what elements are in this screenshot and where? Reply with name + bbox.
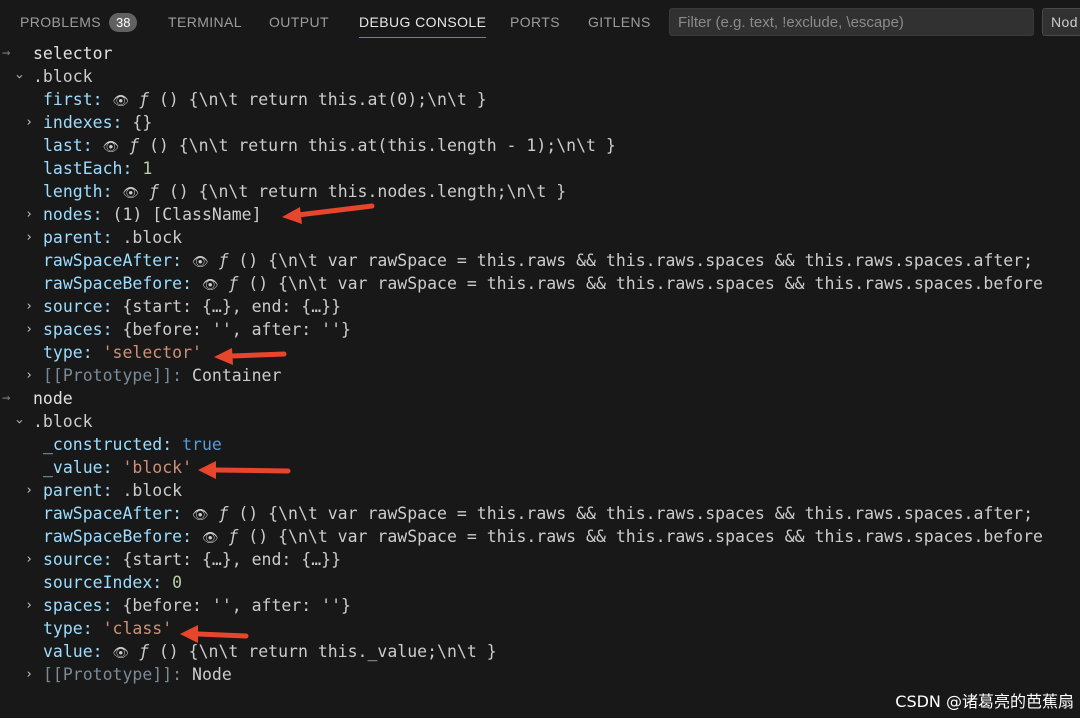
tab-label: GITLENS	[588, 14, 651, 30]
problems-count-badge: 38	[109, 12, 138, 32]
watermark: CSDN @诸葛亮的芭蕉扇	[895, 692, 1074, 711]
panel-tab-bar: PROBLEMS 38 TERMINAL OUTPUT DEBUG CONSOL…	[0, 0, 1080, 44]
tab-label: PROBLEMS	[20, 14, 101, 30]
eye-icon[interactable]: 👁	[192, 508, 209, 523]
tab-terminal[interactable]: TERMINAL	[168, 0, 242, 44]
log-line-selector: → selector	[0, 42, 1080, 65]
eye-icon[interactable]: 👁	[122, 186, 139, 201]
prop-nodes[interactable]: › nodes: (1) [ClassName]	[0, 203, 1080, 226]
chevron-right-icon[interactable]: ›	[22, 226, 36, 249]
filter-box[interactable]	[669, 8, 1034, 36]
eye-icon[interactable]: 👁	[202, 531, 219, 546]
tree-node-selector-block[interactable]: › .block	[0, 65, 1080, 88]
prop-rawSpaceBefore[interactable]: rawSpaceBefore: 👁 ƒ () {\n\t var rawSpac…	[0, 525, 1080, 548]
eye-icon[interactable]: 👁	[192, 255, 209, 270]
prop-value-getter[interactable]: value: 👁 ƒ () {\n\t return this._value;\…	[0, 640, 1080, 663]
tab-debug-console[interactable]: DEBUG CONSOLE	[359, 0, 487, 44]
tab-gitlens[interactable]: GITLENS	[588, 0, 651, 44]
prop-constructed: _constructed: true	[43, 435, 222, 454]
chevron-down-icon[interactable]: ›	[8, 415, 31, 429]
prop-lastEach: lastEach: 1	[43, 159, 153, 178]
tab-ports[interactable]: PORTS	[510, 0, 560, 44]
prop-prototype[interactable]: › [[Prototype]]: Container	[0, 364, 1080, 387]
output-arrow-icon: →	[2, 45, 11, 61]
prop-type: type: 'selector'	[43, 343, 202, 362]
tab-label: PORTS	[510, 14, 560, 30]
prop-source[interactable]: › source: {start: {…}, end: {…}}	[0, 548, 1080, 571]
prop-rawSpaceAfter[interactable]: rawSpaceAfter: 👁 ƒ () {\n\t var rawSpace…	[0, 249, 1080, 272]
object-label: .block	[33, 67, 93, 86]
prop-sourceIndex: sourceIndex: 0	[43, 573, 183, 592]
debug-console-output[interactable]: → selector › .block first: 👁 ƒ () {\n\t …	[0, 42, 1080, 718]
object-label: .block	[33, 412, 93, 431]
log-label: node	[33, 389, 73, 408]
log-line-node: → node	[0, 387, 1080, 410]
tab-output[interactable]: OUTPUT	[269, 0, 329, 44]
tab-label: TERMINAL	[168, 14, 242, 30]
prop-indexes[interactable]: › indexes: {}	[0, 111, 1080, 134]
eye-icon[interactable]: 👁	[113, 94, 130, 109]
chevron-right-icon[interactable]: ›	[22, 594, 36, 617]
eye-icon[interactable]: 👁	[103, 140, 120, 155]
prop-parent[interactable]: › parent: .block	[0, 226, 1080, 249]
prop-rawSpaceBefore[interactable]: rawSpaceBefore: 👁 ƒ () {\n\t var rawSpac…	[0, 272, 1080, 295]
prop-first[interactable]: first: 👁 ƒ () {\n\t return this.at(0);\n…	[0, 88, 1080, 111]
prop-spaces[interactable]: › spaces: {before: '', after: ''}	[0, 318, 1080, 341]
chevron-down-icon[interactable]: ›	[8, 70, 31, 84]
tab-problems[interactable]: PROBLEMS 38	[20, 0, 138, 44]
chevron-right-icon[interactable]: ›	[22, 479, 36, 502]
chevron-right-icon[interactable]: ›	[22, 663, 36, 686]
prop-source[interactable]: › source: {start: {…}, end: {…}}	[0, 295, 1080, 318]
prop-prototype[interactable]: › [[Prototype]]: Node	[0, 663, 1080, 686]
chevron-right-icon[interactable]: ›	[22, 548, 36, 571]
prop-length[interactable]: length: 👁 ƒ () {\n\t return this.nodes.l…	[0, 180, 1080, 203]
prop-rawSpaceAfter[interactable]: rawSpaceAfter: 👁 ƒ () {\n\t var rawSpace…	[0, 502, 1080, 525]
chevron-right-icon[interactable]: ›	[22, 203, 36, 226]
prop-last[interactable]: last: 👁 ƒ () {\n\t return this.at(this.l…	[0, 134, 1080, 157]
output-arrow-icon: →	[2, 390, 11, 406]
prop-value-field: _value: 'block'	[43, 458, 193, 477]
chevron-right-icon[interactable]: ›	[22, 295, 36, 318]
tab-label: OUTPUT	[269, 14, 329, 30]
chevron-right-icon[interactable]: ›	[22, 364, 36, 387]
chevron-right-icon[interactable]: ›	[22, 318, 36, 341]
prop-spaces[interactable]: › spaces: {before: '', after: ''}	[0, 594, 1080, 617]
filter-input[interactable]	[678, 13, 1025, 31]
eye-icon[interactable]: 👁	[202, 278, 219, 293]
tree-node-node-block[interactable]: › .block	[0, 410, 1080, 433]
log-label: selector	[33, 44, 113, 63]
chevron-right-icon[interactable]: ›	[22, 111, 36, 134]
session-dropdown[interactable]: Nod	[1042, 8, 1080, 36]
eye-icon[interactable]: 👁	[113, 646, 130, 661]
prop-parent[interactable]: › parent: .block	[0, 479, 1080, 502]
tab-label: DEBUG CONSOLE	[359, 14, 487, 30]
prop-type: type: 'class'	[43, 619, 173, 638]
